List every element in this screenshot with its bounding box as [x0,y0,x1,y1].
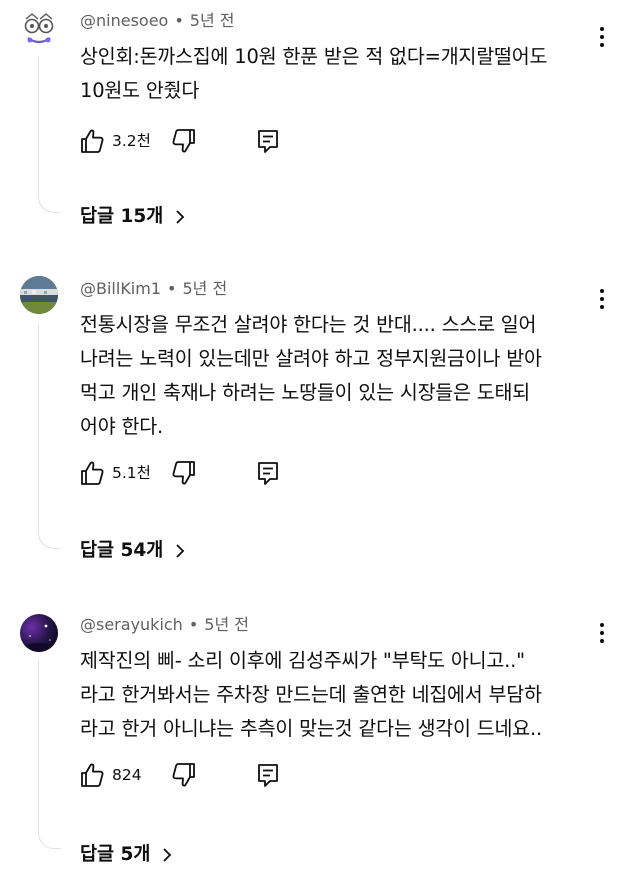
comment-text: 전통시장을 무조건 살려야 한다는 것 반대.... 스스로 일어 나려는 노력… [80,313,542,438]
avatar[interactable] [20,276,58,314]
thumbs-down-icon [172,763,195,787]
comment-time[interactable]: 5년 전 [190,11,235,30]
reply-comment-icon [258,764,278,787]
reply-comment-icon [258,130,278,153]
comment-thread: @BillKim1 • 5년 전 전통시장을 무조건 살려야 한다는 것 반대...… [0,276,640,576]
thumbs-down-icon [172,461,195,485]
thumbs-up-icon [81,763,104,787]
comment-time[interactable]: 5년 전 [204,615,249,634]
meta-separator: • [167,279,177,298]
replies-count-label: 답글 5개 [80,844,151,865]
avatar[interactable] [20,614,58,652]
more-options-button[interactable] [592,620,612,646]
comment-time[interactable]: 5년 전 [182,279,227,298]
dislike-button[interactable] [172,762,196,788]
comment-thread: @serayukich • 5년 전 제작진의 삐- 소리 이후에 김성주씨가 "부… [0,612,640,877]
reply-comment-icon [258,462,278,485]
dislike-button[interactable] [172,128,196,154]
reply-thread-line [38,660,61,849]
meta-separator: • [188,615,199,634]
dislike-button[interactable] [172,460,196,486]
thumbs-up-icon [81,129,104,153]
view-replies-button[interactable]: 답글 15개 [80,204,185,230]
reply-thread-line [38,324,61,549]
reply-button[interactable] [256,460,280,486]
replies-count-label: 답글 15개 [80,206,164,227]
doodle-face-avatar-icon [20,10,58,48]
night-sky-avatar-icon [20,614,58,652]
like-button[interactable] [80,460,104,486]
reply-button[interactable] [256,128,280,154]
like-button[interactable] [80,762,104,788]
like-count: 824 [112,766,142,784]
comment-meta: @serayukich • 5년 전 [80,614,249,636]
thumbs-up-icon [81,461,104,485]
comment-meta: @ninesoeo • 5년 전 [80,10,234,32]
like-count: 3.2천 [112,132,151,150]
meta-separator: • [174,11,184,30]
replies-count-label: 답글 54개 [80,540,164,561]
comment-text: 상인회:돈까스집에 10원 한푼 받은 적 없다=개지랄떨어도 10원도 안줬다 [80,45,548,102]
thumbs-down-icon [172,129,195,153]
reply-thread-line [38,56,61,213]
avatar[interactable] [20,10,58,48]
author-name[interactable]: @serayukich [80,615,183,634]
view-replies-button[interactable]: 답글 5개 [80,842,172,868]
reply-button[interactable] [256,762,280,788]
comment-text: 제작진의 삐- 소리 이후에 김성주씨가 "부탁도 아니고.." 라고 한거봐서… [80,649,543,740]
view-replies-button[interactable]: 답글 54개 [80,538,185,564]
chevron-right-icon [175,209,185,225]
author-name[interactable]: @ninesoeo [80,11,168,30]
comment-meta: @BillKim1 • 5년 전 [80,278,227,300]
chevron-right-icon [175,543,185,559]
chevron-right-icon [162,847,172,863]
stadium-photo-avatar-icon [20,276,58,314]
like-count: 5.1천 [112,464,151,482]
author-name[interactable]: @BillKim1 [80,279,161,298]
like-button[interactable] [80,128,104,154]
comment-thread: @ninesoeo • 5년 전 상인회:돈까스집에 10원 한푼 받은 적 없다=… [0,8,640,236]
